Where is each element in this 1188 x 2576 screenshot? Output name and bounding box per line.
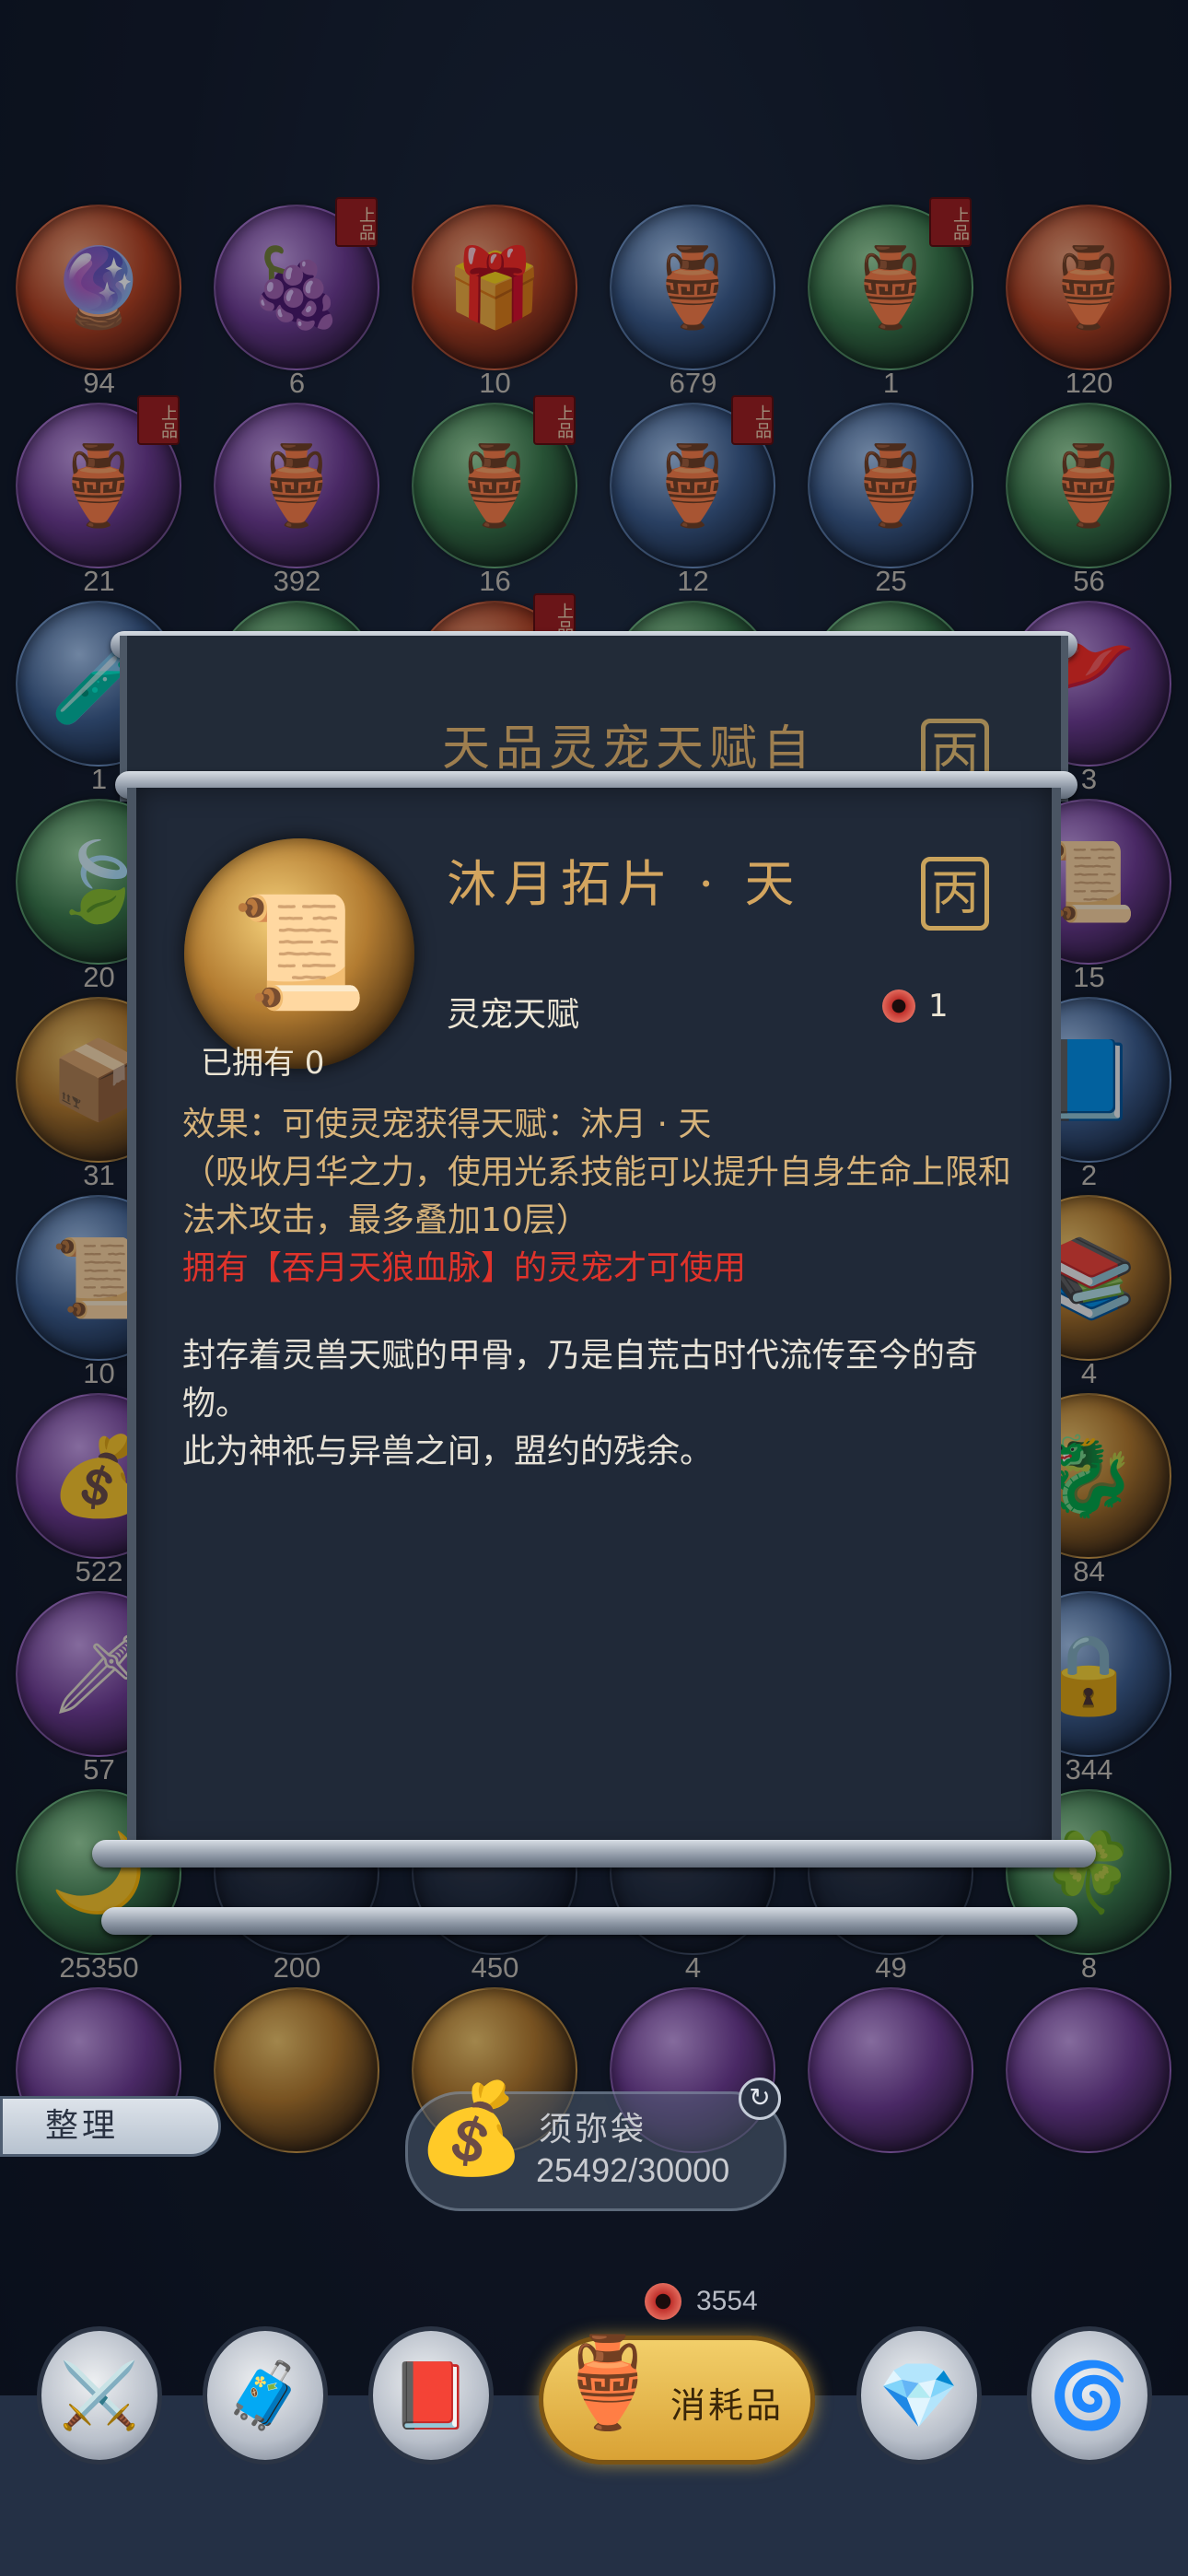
- item-grade-seal-icon: 丙: [921, 857, 989, 931]
- sort-button[interactable]: 整理: [0, 2096, 221, 2157]
- potion-icon: 🏺: [553, 2331, 663, 2434]
- detail-scroll-bottom-rod: [92, 1840, 1096, 1868]
- item-cost: 1: [882, 988, 949, 1025]
- swirl-icon: 🌀: [1049, 2357, 1130, 2433]
- tab-materials[interactable]: 🧳: [203, 2326, 328, 2465]
- item-name: 沐月拓片 · 天: [447, 855, 802, 913]
- owned-count: 已拥有 0: [201, 1045, 325, 1082]
- scroll-icon: 📜: [230, 889, 368, 1017]
- bag-name: 须弥袋: [539, 2111, 647, 2149]
- spirit-orb-icon: [882, 989, 915, 1023]
- back-scroll-bottom-rod: [101, 1907, 1077, 1935]
- pouch-icon: 🧳: [225, 2357, 306, 2433]
- currency-value: 3554: [696, 2286, 758, 2316]
- crystal-icon: 💎: [879, 2357, 960, 2433]
- sword-icon: ⚔️: [59, 2357, 140, 2433]
- tab-books[interactable]: 📕: [368, 2326, 494, 2465]
- tab-consumables-label: 消耗品: [670, 2385, 785, 2426]
- effect-line: 效果：可使灵宠获得天赋：沐月 · 天: [182, 1106, 712, 1143]
- tab-equipment[interactable]: ⚔️: [37, 2326, 162, 2465]
- tab-special[interactable]: 🌀: [1027, 2326, 1152, 2465]
- item-icon: 📜: [184, 838, 414, 1069]
- lore-line: 封存着灵兽天赋的甲骨，乃是自荒古时代流传至今的奇物。: [182, 1337, 979, 1423]
- item-type: 灵宠天赋: [447, 996, 580, 1034]
- bag-capacity: 25492/30000: [536, 2151, 730, 2189]
- effect-detail: （吸收月华之力，使用光系技能可以提升自身生命上限和法术攻击，最多叠加10层）: [182, 1153, 1012, 1239]
- spirit-orb-icon: [645, 2283, 681, 2320]
- usage-requirement: 拥有【吞月天狼血脉】的灵宠才可使用: [182, 1249, 747, 1287]
- item-cost-value: 1: [928, 988, 949, 1025]
- back-scroll-title: 天品灵宠天赋自: [442, 721, 817, 777]
- refresh-icon[interactable]: ↻: [739, 2078, 781, 2120]
- currency-display: 3554: [645, 2283, 758, 2320]
- book-icon: 📕: [390, 2357, 472, 2433]
- lore-line: 此为神祇与异兽之间，盟约的残余。: [182, 1433, 714, 1470]
- tab-crystals[interactable]: 💎: [856, 2326, 982, 2465]
- money-bag-icon: 💰: [416, 2077, 527, 2180]
- item-lore: 封存着灵兽天赋的甲骨，乃是自荒古时代流传至今的奇物。 此为神祇与异兽之间，盟约的…: [182, 1332, 1011, 1476]
- item-effect: 效果：可使灵宠获得天赋：沐月 · 天 （吸收月华之力，使用光系技能可以提升自身生…: [182, 1101, 1011, 1293]
